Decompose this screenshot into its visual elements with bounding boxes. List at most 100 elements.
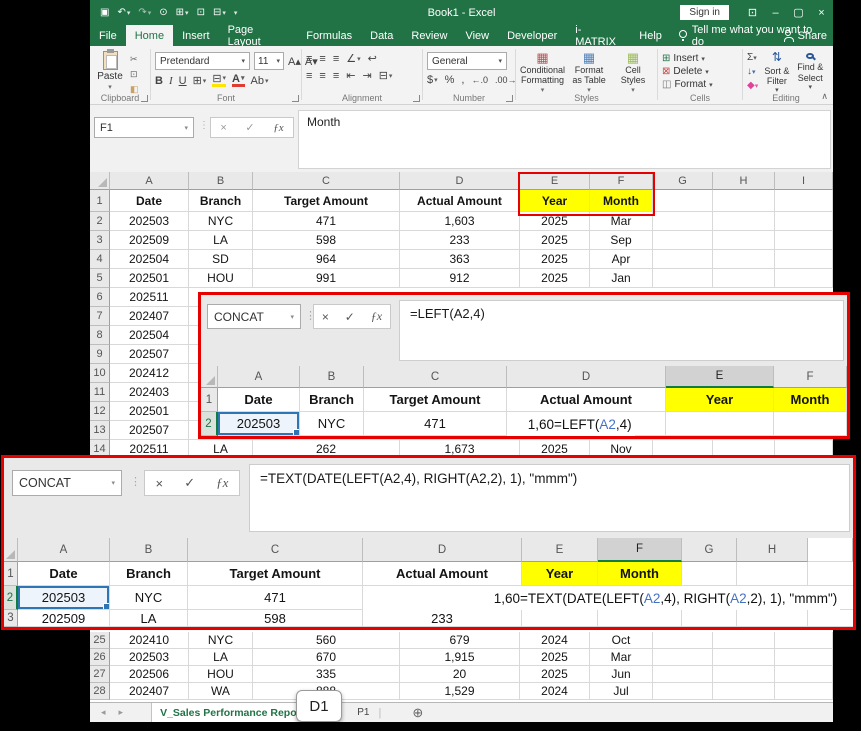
cell[interactable]: Month [598,562,682,586]
row-header[interactable]: 3 [4,610,18,627]
clear-icon[interactable]: ◆▾ [747,80,758,91]
cell[interactable]: NYC [189,212,253,231]
cell[interactable]: 202504 [110,250,189,269]
column-header[interactable]: G [682,538,737,562]
cell[interactable]: 202507 [110,345,189,364]
orientation-icon[interactable]: ∠▾ [346,52,360,65]
sheet-tab-partial[interactable]: P1 [357,707,369,718]
cell[interactable]: 1,529 [400,683,520,700]
camera-icon[interactable]: ⊙ [159,7,167,18]
row-header[interactable]: 5 [90,269,110,288]
customize-qat-icon[interactable]: ▾ [234,9,238,17]
wrap-text-icon[interactable]: ↩ [368,52,377,65]
cell[interactable]: 202507 [110,421,189,440]
cell-styles-button[interactable]: ▦ Cell Styles ▾ [613,49,653,92]
tab-developer[interactable]: Developer [498,25,566,46]
tab-formulas[interactable]: Formulas [297,25,361,46]
column-header[interactable]: B [110,538,188,562]
cell[interactable]: 202511 [110,288,189,307]
restore-icon[interactable]: ▢ [787,6,810,19]
cell[interactable]: 598 [188,610,363,627]
cell[interactable]: 202501 [110,269,189,288]
sheet-nav-left-icon[interactable]: ◂ [101,707,106,718]
sort-filter-button[interactable]: ⇅ Sort & Filter ▾ [762,49,791,92]
column-header[interactable]: G [653,172,713,190]
cell[interactable]: Date [110,190,189,212]
cell[interactable]: 560 [253,632,400,649]
ribbon-display-options-icon[interactable]: ⊡ [741,6,764,19]
cell[interactable]: Branch [110,562,188,586]
cell[interactable]: 2025 [520,250,590,269]
cell[interactable] [775,632,833,649]
select-all-corner[interactable] [201,366,218,388]
column-header[interactable]: D [400,172,520,190]
cell[interactable]: 335 [253,666,400,683]
sheet-tab-active[interactable]: V_Sales Performance Report [151,703,313,722]
row-header[interactable]: 13 [90,421,110,440]
cell[interactable]: Year [520,190,590,212]
cell[interactable]: LA [110,610,188,627]
cell[interactable]: Year [522,562,598,586]
cell[interactable]: NYC [300,412,364,436]
row-header[interactable]: 3 [90,231,110,250]
column-header[interactable]: D [363,538,522,562]
column-header[interactable]: A [218,366,300,388]
cell[interactable]: 202504 [110,326,189,345]
cell[interactable]: Jan [590,269,653,288]
underline-button[interactable]: U [179,75,187,87]
tab-data[interactable]: Data [361,25,402,46]
cell[interactable] [653,666,713,683]
cell[interactable]: Target Amount [253,190,400,212]
align-right-icon[interactable]: ≡ [333,70,339,82]
cell[interactable]: 471 [253,212,400,231]
cell[interactable] [775,231,833,250]
insert-function-icon[interactable]: ƒx [273,122,283,134]
cell[interactable] [653,269,713,288]
column-header[interactable]: E [520,172,590,190]
column-header[interactable]: H [713,172,775,190]
cell[interactable] [653,649,713,666]
cell[interactable]: Actual Amount [507,388,666,412]
row-header[interactable]: 12 [90,402,110,421]
column-header[interactable]: D [507,366,666,388]
cell[interactable]: 2025 [520,666,590,683]
row-header[interactable]: 25 [90,632,110,649]
font-color-icon[interactable]: A▾ [232,74,244,87]
column-header-selected[interactable]: E [666,366,774,388]
row-header[interactable]: 28 [90,683,110,700]
cell[interactable]: LA [189,649,253,666]
find-select-button[interactable]: Find & Select ▾ [796,49,825,92]
cell[interactable] [713,649,775,666]
cell[interactable] [775,666,833,683]
row-header[interactable]: 27 [90,666,110,683]
column-header[interactable]: C [364,366,507,388]
insert-function-icon[interactable]: ƒx [216,475,228,491]
column-header[interactable]: I [775,172,833,190]
selected-cell[interactable]: 202503 [18,586,110,610]
merge-center-icon[interactable]: ⊟▾ [379,69,393,82]
cell[interactable]: 964 [253,250,400,269]
row-header[interactable]: 7 [90,307,110,326]
cell[interactable] [737,562,808,586]
increase-decimal-icon[interactable]: ←.0 [471,75,488,85]
paste-special-icon[interactable]: ⊟▾ [213,7,226,18]
name-box[interactable]: CONCAT▾ [12,470,122,496]
cell[interactable]: 202501 [110,402,189,421]
cell[interactable]: 233 [363,610,522,627]
bold-button[interactable]: B [155,75,163,87]
alignment-dialog-launcher[interactable] [413,95,420,102]
cell[interactable]: LA [189,231,253,250]
align-top-icon[interactable]: ≡ [306,53,312,65]
cell[interactable]: Date [218,388,300,412]
cell[interactable]: 202410 [110,632,189,649]
number-dialog-launcher[interactable] [506,95,513,102]
cell[interactable]: 598 [253,231,400,250]
format-cells-button[interactable]: ◫Format▾ [662,79,713,90]
cell[interactable] [653,250,713,269]
currency-icon[interactable]: $▾ [427,74,438,86]
cell[interactable] [713,632,775,649]
row-header[interactable]: 8 [90,326,110,345]
cell[interactable]: Branch [300,388,364,412]
cell[interactable]: 233 [400,231,520,250]
cell[interactable] [775,250,833,269]
